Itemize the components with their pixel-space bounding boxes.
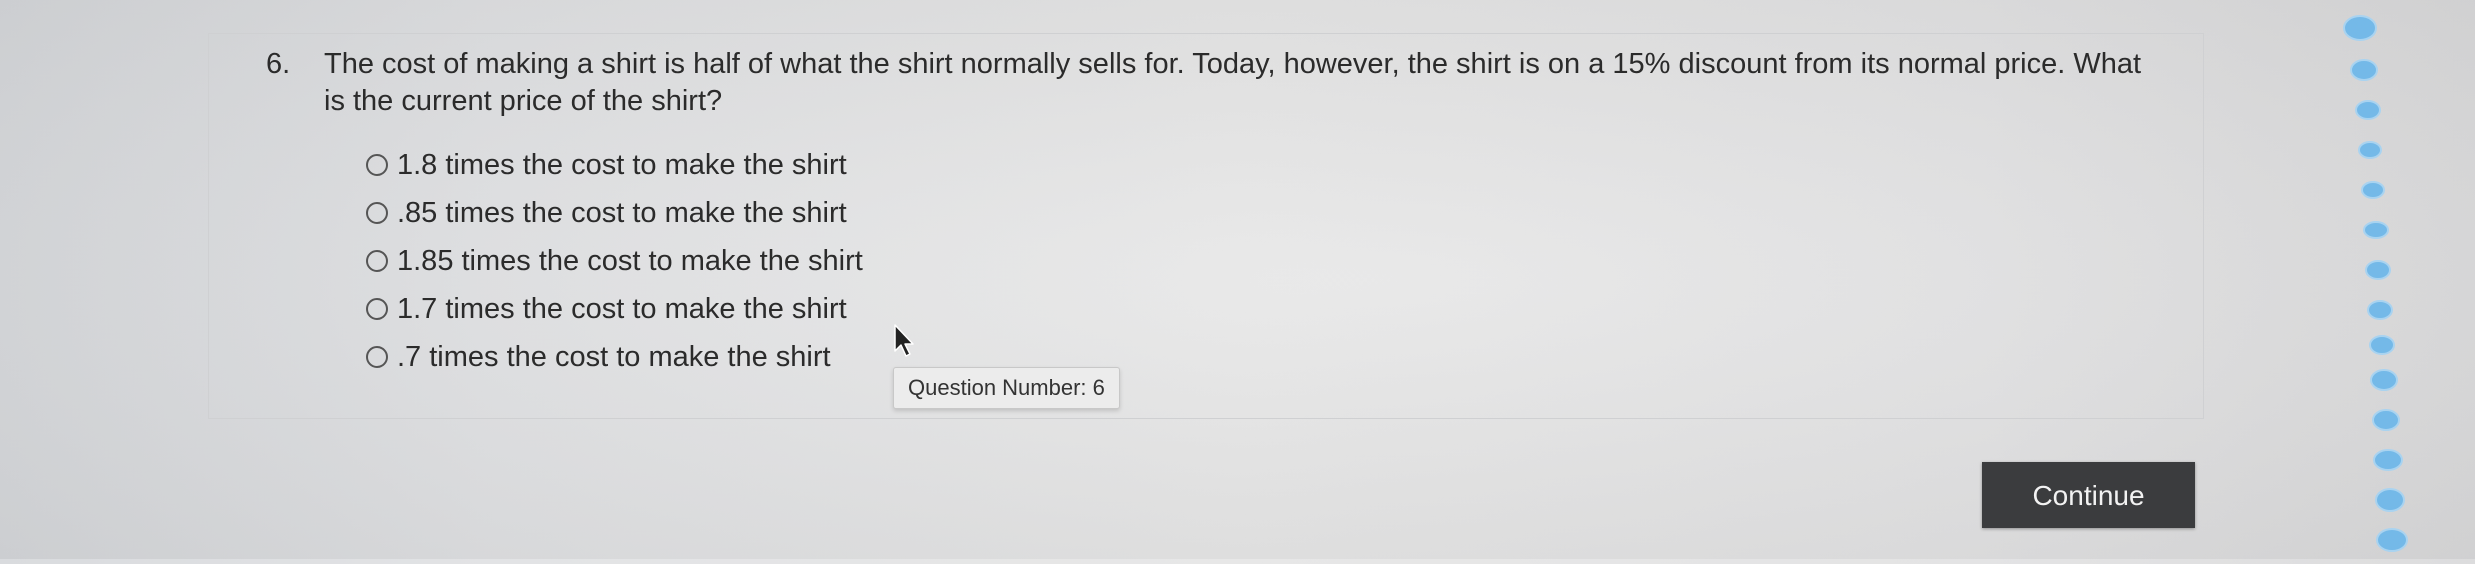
radio-button[interactable] [366, 154, 388, 176]
question-text: The cost of making a shirt is half of wh… [324, 48, 2142, 117]
answer-option-2[interactable]: .85 times the cost to make the shirt [366, 189, 863, 237]
continue-button[interactable]: Continue [1982, 462, 2195, 528]
radio-button[interactable] [366, 346, 388, 368]
option-label: 1.8 times the cost to make the shirt [397, 149, 847, 181]
answer-option-5[interactable]: .7 times the cost to make the shirt [366, 333, 863, 381]
question-number: 6. [266, 48, 291, 80]
answer-option-1[interactable]: 1.8 times the cost to make the shirt [366, 141, 863, 189]
option-label: .7 times the cost to make the shirt [397, 341, 831, 373]
option-label: 1.7 times the cost to make the shirt [397, 293, 847, 325]
bead-chain-icon [2343, 15, 2408, 552]
answer-option-4[interactable]: 1.7 times the cost to make the shirt [366, 285, 863, 333]
mouse-pointer-icon [894, 324, 914, 357]
answer-options: 1.8 times the cost to make the shirt .85… [366, 141, 863, 381]
option-label: 1.85 times the cost to make the shirt [397, 245, 863, 277]
radio-button[interactable] [366, 202, 388, 224]
answer-option-3[interactable]: 1.85 times the cost to make the shirt [366, 237, 863, 285]
radio-button[interactable] [366, 298, 388, 320]
question-number-tooltip: Question Number: 6 [893, 367, 1120, 409]
option-label: .85 times the cost to make the shirt [397, 197, 847, 229]
radio-button[interactable] [366, 250, 388, 272]
decorative-sidebar-pattern [2340, 0, 2440, 559]
